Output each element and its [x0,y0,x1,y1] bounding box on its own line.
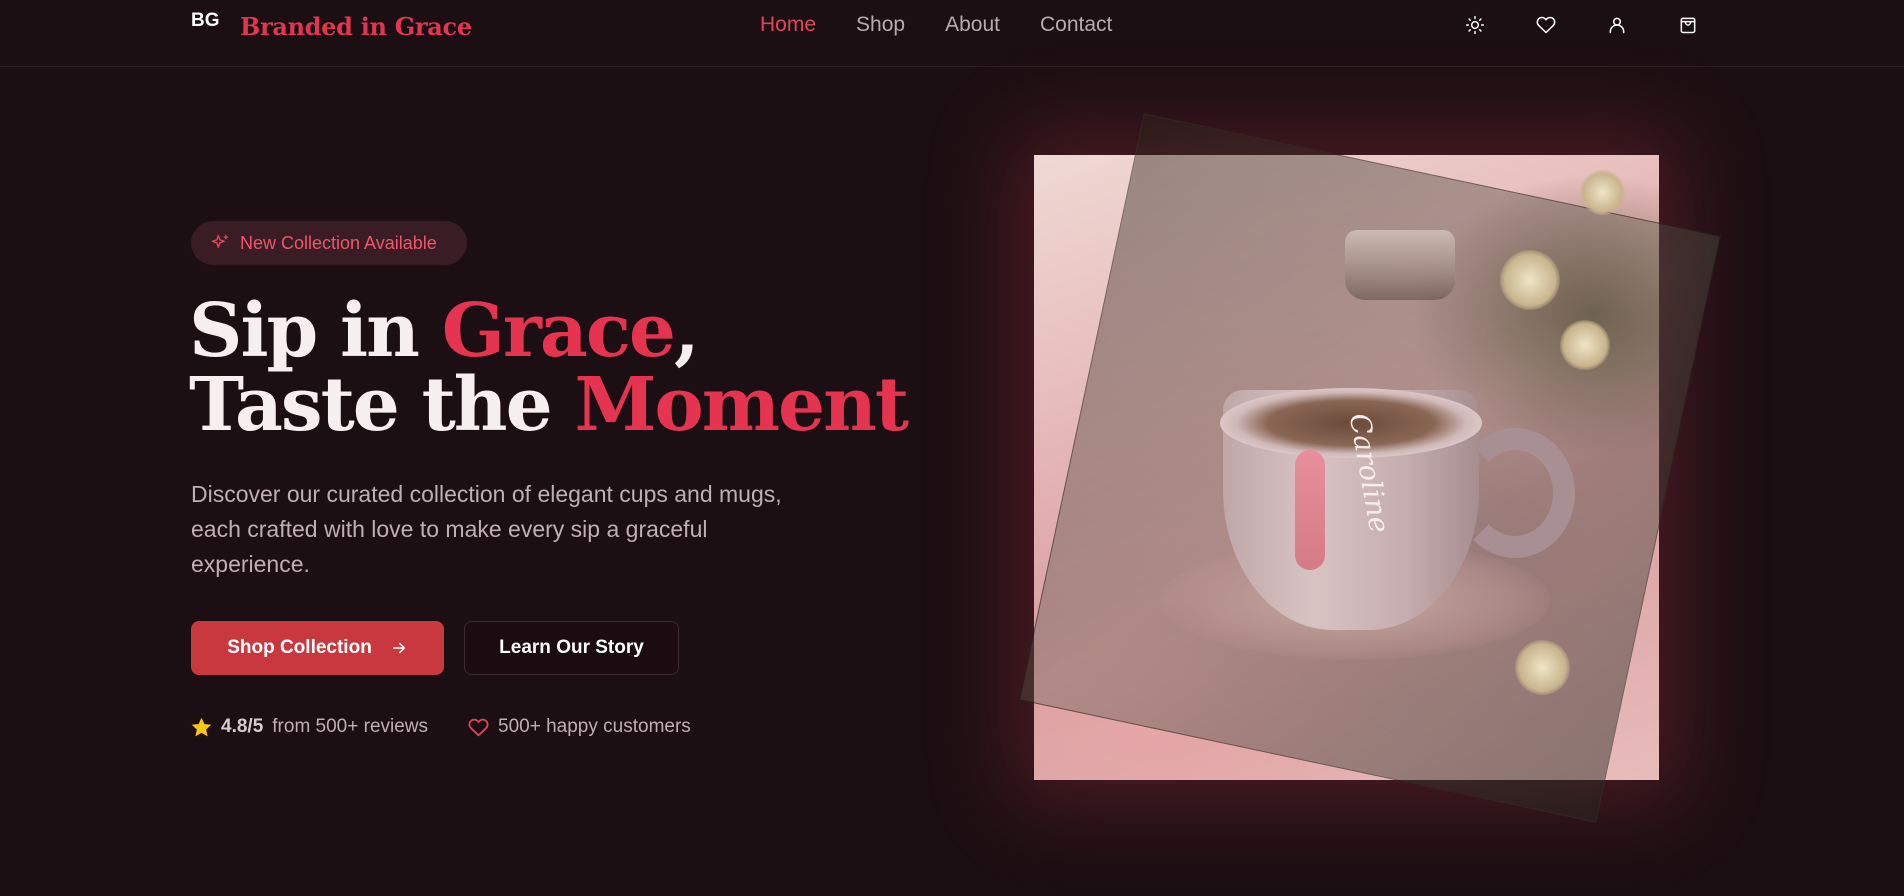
flower-decoration [1560,320,1610,370]
rating-value: 4.8/5 [221,716,264,737]
rating-text: from 500+ reviews [272,716,429,737]
header-actions [1463,12,1700,38]
star-icon [191,717,212,736]
heart-outline-icon [468,718,489,736]
site-header: BG Branded in Grace Home Shop About Cont… [0,0,1904,67]
new-collection-badge: New Collection Available [191,221,467,265]
customers-stat: 500+ happy customers [468,716,691,738]
logo-mark[interactable]: BG [191,10,220,32]
hero-subtitle: Discover our curated collection of elega… [191,481,782,577]
nav-about[interactable]: About [945,13,1000,37]
heart-icon [1536,16,1556,34]
theme-toggle-button[interactable] [1463,12,1487,38]
brand-name[interactable]: Branded in Grace [240,12,472,41]
nav-home[interactable]: Home [760,13,816,37]
account-button[interactable] [1605,12,1629,38]
arrow-right-icon [392,642,405,654]
flower-decoration [1580,170,1625,215]
badge-label: New Collection Available [240,232,437,253]
main-nav: Home Shop About Contact [760,13,1112,37]
cart-button[interactable] [1676,12,1700,38]
hero-stats: 4.8/5 from 500+ reviews 500+ happy custo… [191,716,691,738]
shop-collection-button[interactable]: Shop Collection [191,621,444,675]
bottle-decoration [1345,230,1455,300]
customers-text: 500+ happy customers [498,716,691,737]
sparkles-icon [211,234,229,248]
nav-shop[interactable]: Shop [856,13,905,37]
shop-collection-label: Shop Collection [227,637,372,658]
hero-headline: Sip in Grace, Taste the Moment [189,294,909,442]
flower-decoration [1515,640,1570,695]
rating-stat: 4.8/5 from 500+ reviews [191,716,428,738]
user-icon [1609,17,1625,34]
learn-our-story-button[interactable]: Learn Our Story [464,621,679,675]
nav-contact[interactable]: Contact [1040,13,1112,37]
flower-decoration [1500,250,1560,310]
headline-accent: Moment [574,362,909,448]
wishlist-button[interactable] [1534,12,1558,38]
headline-text: Taste the [189,362,575,448]
sun-icon [1465,15,1485,35]
shopping-bag-icon [1680,17,1696,34]
